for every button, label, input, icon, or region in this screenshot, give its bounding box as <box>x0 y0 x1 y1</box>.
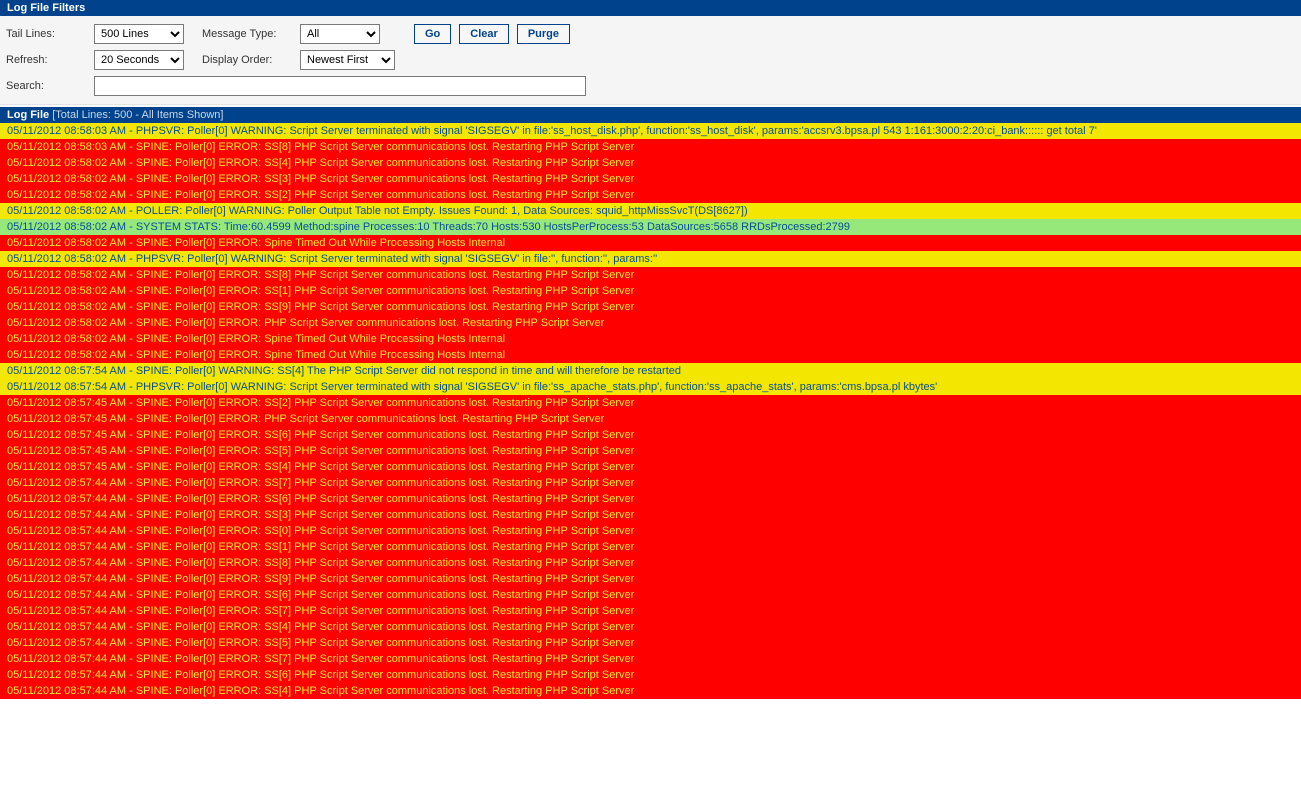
log-cell: 05/11/2012 08:57:44 AM - SPINE: Poller[0… <box>0 491 1301 507</box>
log-cell: 05/11/2012 08:57:44 AM - SPINE: Poller[0… <box>0 667 1301 683</box>
log-row: 05/11/2012 08:57:44 AM - SPINE: Poller[0… <box>0 619 1301 635</box>
log-row: 05/11/2012 08:57:44 AM - SPINE: Poller[0… <box>0 635 1301 651</box>
log-row: 05/11/2012 08:58:02 AM - SPINE: Poller[0… <box>0 235 1301 251</box>
log-row: 05/11/2012 08:57:44 AM - SPINE: Poller[0… <box>0 603 1301 619</box>
log-cell: 05/11/2012 08:57:44 AM - SPINE: Poller[0… <box>0 507 1301 523</box>
go-button[interactable]: Go <box>414 24 451 44</box>
log-cell: 05/11/2012 08:58:02 AM - SPINE: Poller[0… <box>0 347 1301 363</box>
log-row: 05/11/2012 08:58:02 AM - SPINE: Poller[0… <box>0 331 1301 347</box>
log-row: 05/11/2012 08:57:44 AM - SPINE: Poller[0… <box>0 571 1301 587</box>
log-row: 05/11/2012 08:58:02 AM - SPINE: Poller[0… <box>0 283 1301 299</box>
log-row: 05/11/2012 08:57:45 AM - SPINE: Poller[0… <box>0 411 1301 427</box>
log-cell: 05/11/2012 08:58:02 AM - SYSTEM STATS: T… <box>0 219 1301 235</box>
log-cell: 05/11/2012 08:58:02 AM - SPINE: Poller[0… <box>0 315 1301 331</box>
log-row: 05/11/2012 08:58:02 AM - SPINE: Poller[0… <box>0 347 1301 363</box>
log-row: 05/11/2012 08:57:44 AM - SPINE: Poller[0… <box>0 683 1301 699</box>
log-panel: Log File [Total Lines: 500 - All Items S… <box>0 107 1301 699</box>
tail-lines-label: Tail Lines: <box>6 28 94 40</box>
log-cell: 05/11/2012 08:57:44 AM - SPINE: Poller[0… <box>0 619 1301 635</box>
filters-row-2: Refresh: 20 Seconds Display Order: Newes… <box>6 50 1295 70</box>
log-row: 05/11/2012 08:58:02 AM - SYSTEM STATS: T… <box>0 219 1301 235</box>
button-group: Go Clear Purge <box>414 24 570 44</box>
filters-row-1: Tail Lines: 500 Lines Message Type: All … <box>6 24 1295 44</box>
log-cell: 05/11/2012 08:57:44 AM - SPINE: Poller[0… <box>0 571 1301 587</box>
log-row: 05/11/2012 08:57:45 AM - SPINE: Poller[0… <box>0 459 1301 475</box>
log-row: 05/11/2012 08:57:44 AM - SPINE: Poller[0… <box>0 555 1301 571</box>
log-cell: 05/11/2012 08:57:45 AM - SPINE: Poller[0… <box>0 459 1301 475</box>
purge-button[interactable]: Purge <box>517 24 570 44</box>
filters-row-3: Search: <box>6 76 1295 96</box>
message-type-label: Message Type: <box>202 28 300 40</box>
log-cell: 05/11/2012 08:57:45 AM - SPINE: Poller[0… <box>0 443 1301 459</box>
log-cell: 05/11/2012 08:57:45 AM - SPINE: Poller[0… <box>0 427 1301 443</box>
log-title: Log File <box>7 109 49 121</box>
log-cell: 05/11/2012 08:58:02 AM - SPINE: Poller[0… <box>0 299 1301 315</box>
filters-title: Log File Filters <box>7 2 85 14</box>
log-header: Log File [Total Lines: 500 - All Items S… <box>0 107 1301 123</box>
log-cell: 05/11/2012 08:58:02 AM - SPINE: Poller[0… <box>0 331 1301 347</box>
search-label: Search: <box>6 80 94 92</box>
log-cell: 05/11/2012 08:57:44 AM - SPINE: Poller[0… <box>0 651 1301 667</box>
log-cell: 05/11/2012 08:57:44 AM - SPINE: Poller[0… <box>0 475 1301 491</box>
log-table: 05/11/2012 08:58:03 AM - PHPSVR: Poller[… <box>0 123 1301 699</box>
log-cell: 05/11/2012 08:58:02 AM - SPINE: Poller[0… <box>0 187 1301 203</box>
search-input[interactable] <box>94 76 586 96</box>
message-type-select[interactable]: All <box>300 24 380 44</box>
filters-body: Tail Lines: 500 Lines Message Type: All … <box>0 16 1301 105</box>
log-row: 05/11/2012 08:57:44 AM - SPINE: Poller[0… <box>0 523 1301 539</box>
log-cell: 05/11/2012 08:58:02 AM - SPINE: Poller[0… <box>0 283 1301 299</box>
log-cell: 05/11/2012 08:58:03 AM - SPINE: Poller[0… <box>0 139 1301 155</box>
log-row: 05/11/2012 08:57:45 AM - SPINE: Poller[0… <box>0 443 1301 459</box>
log-cell: 05/11/2012 08:57:44 AM - SPINE: Poller[0… <box>0 683 1301 699</box>
log-cell: 05/11/2012 08:58:02 AM - SPINE: Poller[0… <box>0 235 1301 251</box>
filters-header: Log File Filters <box>0 0 1301 16</box>
log-row: 05/11/2012 08:58:03 AM - SPINE: Poller[0… <box>0 139 1301 155</box>
refresh-select[interactable]: 20 Seconds <box>94 50 184 70</box>
log-cell: 05/11/2012 08:58:02 AM - SPINE: Poller[0… <box>0 171 1301 187</box>
log-row: 05/11/2012 08:58:02 AM - POLLER: Poller[… <box>0 203 1301 219</box>
log-cell: 05/11/2012 08:57:44 AM - SPINE: Poller[0… <box>0 523 1301 539</box>
log-cell: 05/11/2012 08:57:44 AM - SPINE: Poller[0… <box>0 635 1301 651</box>
log-cell: 05/11/2012 08:58:02 AM - SPINE: Poller[0… <box>0 155 1301 171</box>
filters-panel: Log File Filters Tail Lines: 500 Lines M… <box>0 0 1301 105</box>
log-row: 05/11/2012 08:58:03 AM - PHPSVR: Poller[… <box>0 123 1301 139</box>
log-row: 05/11/2012 08:58:02 AM - SPINE: Poller[0… <box>0 299 1301 315</box>
log-row: 05/11/2012 08:58:02 AM - SPINE: Poller[0… <box>0 187 1301 203</box>
refresh-label: Refresh: <box>6 54 94 66</box>
log-row: 05/11/2012 08:57:44 AM - SPINE: Poller[0… <box>0 587 1301 603</box>
log-cell: 05/11/2012 08:58:03 AM - PHPSVR: Poller[… <box>0 123 1301 139</box>
log-row: 05/11/2012 08:57:44 AM - SPINE: Poller[0… <box>0 507 1301 523</box>
log-cell: 05/11/2012 08:57:44 AM - SPINE: Poller[0… <box>0 555 1301 571</box>
log-row: 05/11/2012 08:57:44 AM - SPINE: Poller[0… <box>0 475 1301 491</box>
log-cell: 05/11/2012 08:57:44 AM - SPINE: Poller[0… <box>0 603 1301 619</box>
log-row: 05/11/2012 08:57:45 AM - SPINE: Poller[0… <box>0 427 1301 443</box>
log-row: 05/11/2012 08:58:02 AM - PHPSVR: Poller[… <box>0 251 1301 267</box>
log-row: 05/11/2012 08:57:44 AM - SPINE: Poller[0… <box>0 491 1301 507</box>
log-cell: 05/11/2012 08:57:45 AM - SPINE: Poller[0… <box>0 395 1301 411</box>
clear-button[interactable]: Clear <box>459 24 509 44</box>
log-cell: 05/11/2012 08:58:02 AM - POLLER: Poller[… <box>0 203 1301 219</box>
log-subtitle: [Total Lines: 500 - All Items Shown] <box>52 109 223 121</box>
log-row: 05/11/2012 08:57:54 AM - SPINE: Poller[0… <box>0 363 1301 379</box>
log-row: 05/11/2012 08:58:02 AM - SPINE: Poller[0… <box>0 171 1301 187</box>
log-cell: 05/11/2012 08:57:54 AM - SPINE: Poller[0… <box>0 363 1301 379</box>
display-order-label: Display Order: <box>202 54 300 66</box>
log-cell: 05/11/2012 08:57:44 AM - SPINE: Poller[0… <box>0 587 1301 603</box>
tail-lines-select[interactable]: 500 Lines <box>94 24 184 44</box>
log-row: 05/11/2012 08:58:02 AM - SPINE: Poller[0… <box>0 315 1301 331</box>
log-row: 05/11/2012 08:58:02 AM - SPINE: Poller[0… <box>0 155 1301 171</box>
log-cell: 05/11/2012 08:58:02 AM - SPINE: Poller[0… <box>0 267 1301 283</box>
log-row: 05/11/2012 08:57:45 AM - SPINE: Poller[0… <box>0 395 1301 411</box>
log-row: 05/11/2012 08:57:54 AM - PHPSVR: Poller[… <box>0 379 1301 395</box>
log-row: 05/11/2012 08:57:44 AM - SPINE: Poller[0… <box>0 667 1301 683</box>
log-cell: 05/11/2012 08:57:44 AM - SPINE: Poller[0… <box>0 539 1301 555</box>
log-cell: 05/11/2012 08:57:45 AM - SPINE: Poller[0… <box>0 411 1301 427</box>
log-cell: 05/11/2012 08:58:02 AM - PHPSVR: Poller[… <box>0 251 1301 267</box>
log-row: 05/11/2012 08:57:44 AM - SPINE: Poller[0… <box>0 651 1301 667</box>
log-cell: 05/11/2012 08:57:54 AM - PHPSVR: Poller[… <box>0 379 1301 395</box>
display-order-select[interactable]: Newest First <box>300 50 395 70</box>
log-row: 05/11/2012 08:58:02 AM - SPINE: Poller[0… <box>0 267 1301 283</box>
log-row: 05/11/2012 08:57:44 AM - SPINE: Poller[0… <box>0 539 1301 555</box>
